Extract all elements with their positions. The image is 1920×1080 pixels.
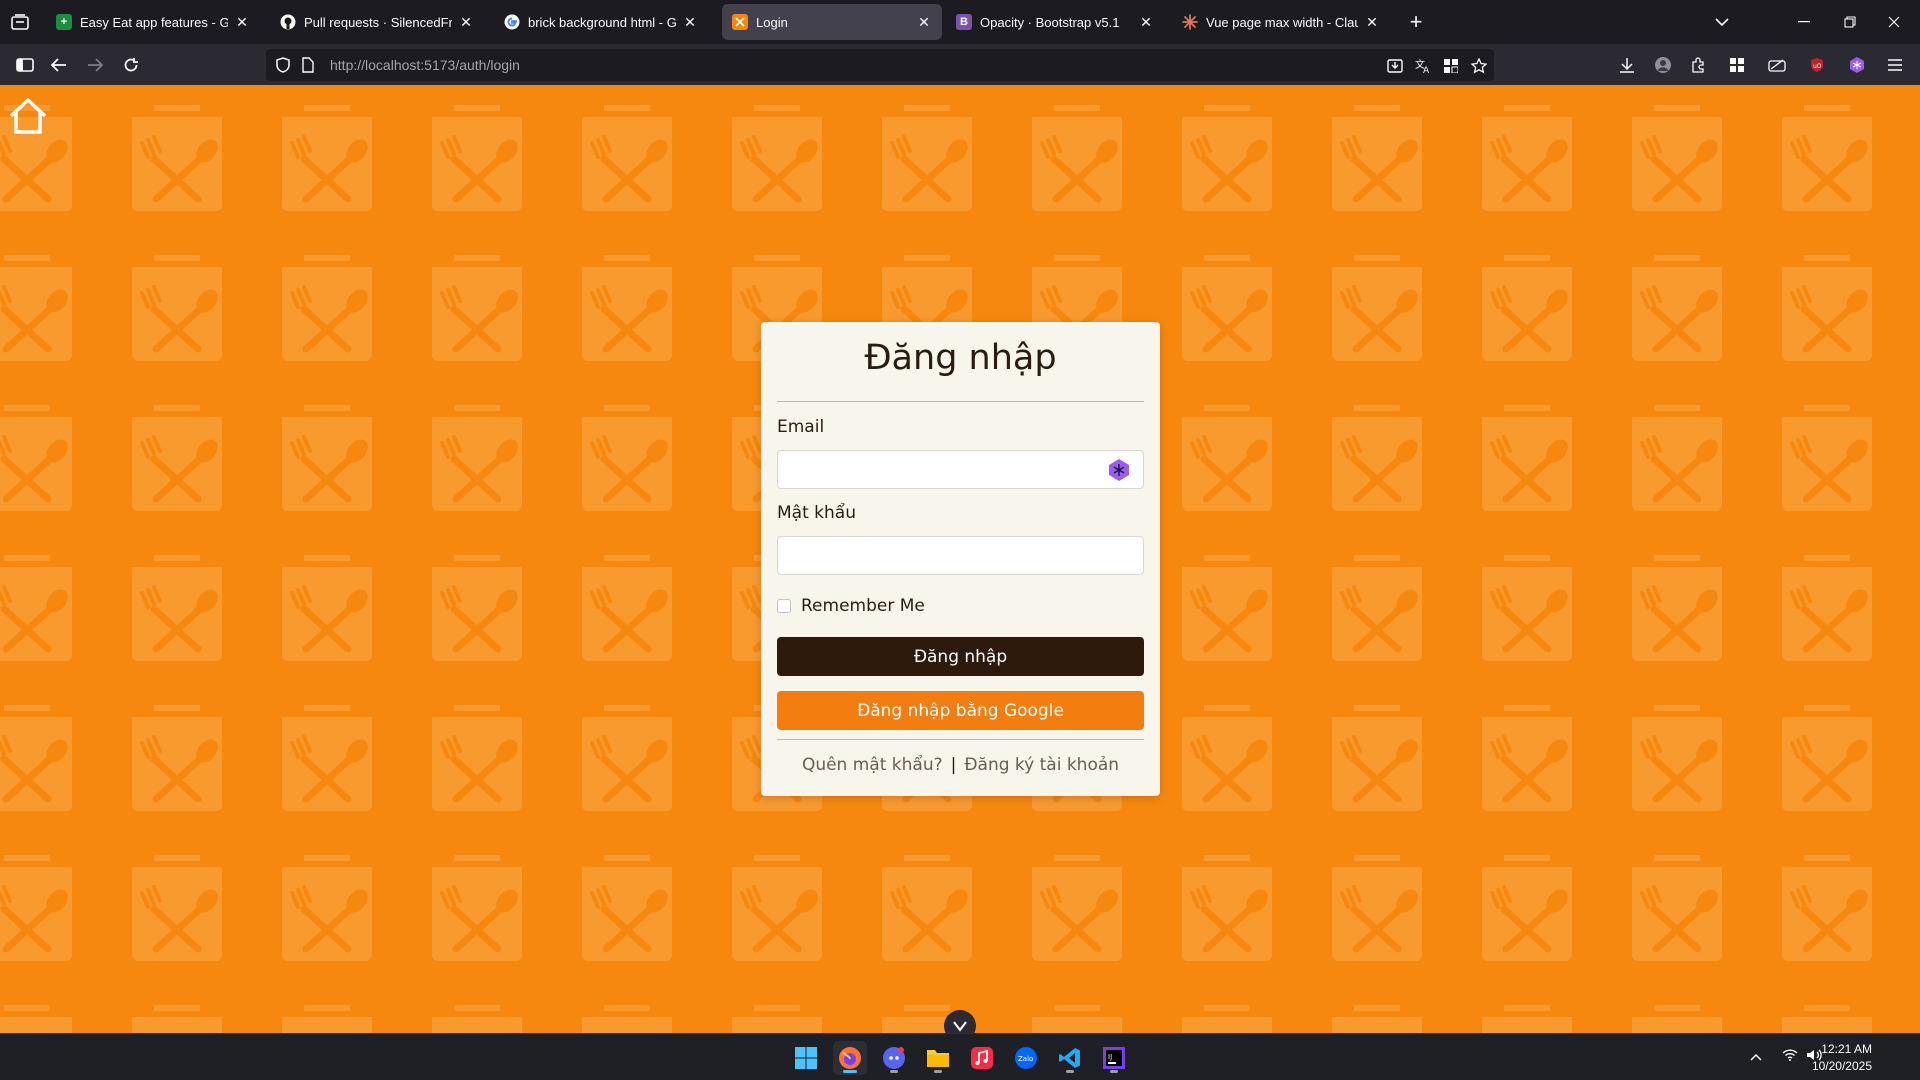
remember-me[interactable]: Remember Me [777,596,925,616]
page-save-icon[interactable] [1384,55,1406,77]
tab-title: Easy Eat app features - Google [80,14,228,30]
remember-me-checkbox[interactable] [777,599,791,613]
firefox-icon[interactable] [833,1041,867,1075]
svg-text:Zalo: Zalo [1018,1055,1033,1063]
back-button[interactable] [44,50,74,80]
tab-overview-icon[interactable] [6,8,34,36]
extensions-grid-icon[interactable] [1440,55,1462,77]
account-avatar-icon[interactable] [1650,52,1676,78]
tab-list-chevron-icon[interactable] [1708,8,1736,36]
jetbrains-icon[interactable]: IJ [1097,1041,1131,1075]
page-title: Đăng nhập [864,338,1057,378]
tab-title: brick background html - Googl [528,14,676,30]
forgot-password-link[interactable]: Quên mật khẩu? [802,755,943,775]
tab-pull-requests[interactable]: Pull requests · SilencedFrost/AS ✕ [270,4,484,40]
password-field[interactable] [778,537,1143,574]
tab-claude[interactable]: Vue page max width - Claude ✕ [1172,4,1390,40]
tab-title: Vue page max width - Claude [1206,14,1358,30]
minimize-button[interactable] [1790,8,1818,36]
browser-tab-bar: + Easy Eat app features - Google ✕ Pull … [0,0,1920,44]
tab-title: Login [756,14,788,30]
login-button[interactable]: Đăng nhập [777,637,1144,676]
windows-start-icon[interactable] [789,1041,823,1075]
file-explorer-icon[interactable] [921,1041,955,1075]
svg-text:IJ: IJ [1108,1053,1112,1061]
close-icon[interactable]: ✕ [916,14,932,31]
title-divider [777,401,1144,402]
running-indicator [934,1070,942,1073]
running-indicator [1066,1070,1074,1073]
email-field-wrapper [777,450,1144,489]
link-separator: | [950,755,957,775]
footer-divider [777,739,1144,740]
password-field-wrapper [777,536,1144,575]
url-bar[interactable]: http://localhost:5173/auth/login 文A [266,49,1494,81]
system-clock[interactable]: 12:21 AM 10/20/2025 [1812,1041,1872,1075]
close-icon[interactable]: ✕ [1364,14,1380,31]
tray-overflow-chevron-icon[interactable] [1750,1048,1762,1064]
close-icon[interactable]: ✕ [1138,14,1154,31]
tab-login[interactable]: Login ✕ [722,4,942,40]
claude-icon [1182,14,1198,30]
page-icon[interactable] [302,57,314,78]
home-icon[interactable] [8,97,48,135]
bookmark-star-icon[interactable] [1468,55,1490,77]
apps-grid-icon[interactable] [1724,52,1750,78]
tab-bootstrap-opacity[interactable]: B Opacity · Bootstrap v5.1 ✕ [946,4,1164,40]
url-text[interactable]: http://localhost:5173/auth/login [330,57,520,73]
tab-title: Opacity · Bootstrap v5.1 [980,14,1120,30]
browser-nav-bar: http://localhost:5173/auth/login 文A uO [0,44,1920,85]
discord-icon[interactable] [877,1041,911,1075]
email-field[interactable] [778,451,1143,488]
tab-easy-eat[interactable]: + Easy Eat app features - Google ✕ [46,4,260,40]
tab-title: Pull requests · SilencedFrost/AS [304,14,452,30]
register-link[interactable]: Đăng ký tài khoản [964,755,1119,775]
clock-date: 10/20/2025 [1811,1059,1872,1073]
purple-extension-icon[interactable] [1844,52,1870,78]
restore-button[interactable] [1836,8,1864,36]
password-label: Mật khẩu [777,503,856,523]
tab-brick-background[interactable]: brick background html - Googl ✕ [494,4,708,40]
sidebar-toggle-icon[interactable] [10,50,40,80]
footer-links: Quên mật khẩu? | Đăng ký tài khoản [761,755,1160,775]
email-label: Email [777,417,825,437]
easy-eat-icon [732,14,748,30]
wifi-icon[interactable] [1782,1048,1798,1064]
remember-me-label[interactable]: Remember Me [801,596,925,616]
close-window-button[interactable] [1880,8,1908,36]
svg-text:A: A [1423,66,1430,74]
forward-button[interactable] [80,50,110,80]
downloads-icon[interactable] [1614,52,1640,78]
google-icon [504,14,520,30]
sheets-icon: + [56,14,72,30]
music-app-icon[interactable] [965,1041,999,1075]
vscode-icon[interactable] [1053,1041,1087,1075]
bootstrap-icon: B [956,14,972,30]
menu-hamburger-icon[interactable] [1882,52,1908,78]
close-icon[interactable]: ✕ [682,14,698,31]
active-indicator [843,1070,857,1073]
google-login-button[interactable]: Đăng nhập bằng Google [777,691,1144,730]
extensions-puzzle-icon[interactable] [1686,52,1712,78]
zalo-icon[interactable]: Zalo [1009,1041,1043,1075]
ublock-icon[interactable]: uO [1804,52,1830,78]
screenshot-extension-icon[interactable] [1764,52,1790,78]
url-host: http://localhost [330,57,421,73]
running-indicator [890,1070,898,1073]
login-page: Đăng nhập Email Mật khẩu Remember Me Đăn… [0,85,1920,1033]
close-icon[interactable]: ✕ [234,14,250,31]
clock-time: 12:21 AM [1821,1042,1872,1056]
translate-icon[interactable]: 文A [1412,55,1434,77]
reload-button[interactable] [116,50,146,80]
github-icon [280,14,296,30]
url-path: :5173/auth/login [420,57,520,73]
svg-text:uO: uO [1813,63,1822,70]
password-manager-icon[interactable] [1107,458,1131,482]
windows-taskbar: Zalo IJ 12:21 AM 10/20/2025 [0,1033,1920,1080]
login-card: Đăng nhập Email Mật khẩu Remember Me Đăn… [761,322,1160,796]
new-tab-button[interactable]: + [1402,8,1430,36]
close-icon[interactable]: ✕ [458,14,474,31]
running-indicator [1110,1070,1118,1073]
shield-icon[interactable] [276,57,290,78]
